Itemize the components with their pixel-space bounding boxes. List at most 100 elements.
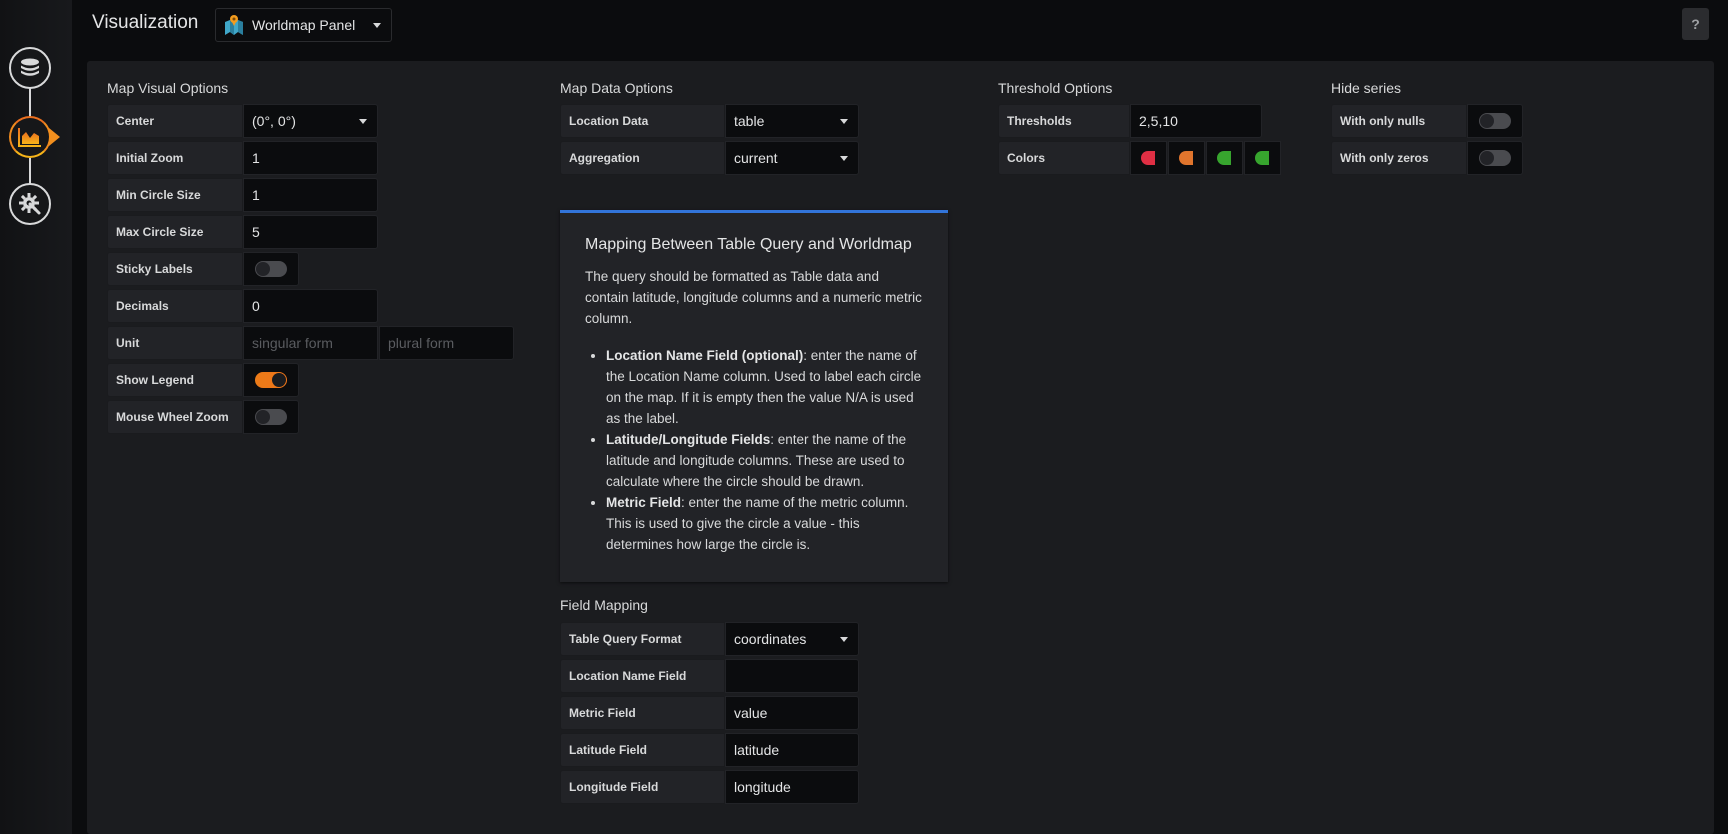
location-data-value: table: [734, 113, 765, 129]
color-swatch[interactable]: [1130, 141, 1167, 175]
active-indicator-arrow: [49, 128, 60, 146]
unit-singular-input[interactable]: [252, 335, 377, 351]
sticky-labels-toggle[interactable]: [255, 261, 287, 277]
color-swatch-dot: [1141, 151, 1155, 165]
sidebar-connector: [29, 158, 31, 184]
decimals-input[interactable]: [252, 298, 377, 314]
page-title: Visualization: [92, 12, 199, 33]
unit-label: Unit: [107, 326, 243, 360]
only-zeros-toggle[interactable]: [1479, 150, 1511, 166]
mapping-help-intro: The query should be formatted as Table d…: [585, 269, 922, 326]
center-row: Center (0°, 0°): [107, 104, 378, 138]
visualization-select[interactable]: Worldmap Panel: [215, 8, 392, 42]
location-data-select[interactable]: table: [725, 104, 859, 138]
only-zeros-row: With only zeros: [1331, 141, 1523, 175]
sidebar-connector: [29, 88, 31, 118]
color-swatch[interactable]: [1244, 141, 1281, 175]
metric-field-row: Metric Field: [560, 696, 859, 730]
list-item: Location Name Field (optional): enter th…: [606, 345, 924, 429]
mapping-help-box: Mapping Between Table Query and Worldmap…: [560, 210, 948, 582]
aggregation-select[interactable]: current: [725, 141, 859, 175]
longitude-field-label: Longitude Field: [560, 770, 725, 804]
unit-plural-input[interactable]: [388, 335, 513, 351]
aggregation-row: Aggregation current: [560, 141, 859, 175]
unit-row: Unit: [107, 326, 514, 360]
color-swatch-dot: [1255, 151, 1269, 165]
sticky-labels-row: Sticky Labels: [107, 252, 299, 286]
decimals-label: Decimals: [107, 289, 243, 323]
thresholds-row: Thresholds: [998, 104, 1262, 138]
only-nulls-row: With only nulls: [1331, 104, 1523, 138]
aggregation-label: Aggregation: [560, 141, 725, 175]
mapping-help-title: Mapping Between Table Query and Worldmap: [585, 236, 912, 253]
section-title-threshold: Threshold Options: [998, 80, 1113, 96]
sidebar-item-visualization[interactable]: [9, 116, 51, 158]
min-circle-label: Min Circle Size: [107, 178, 243, 212]
thresholds-label: Thresholds: [998, 104, 1130, 138]
latitude-field-input[interactable]: [734, 742, 858, 758]
center-select[interactable]: (0°, 0°): [243, 104, 378, 138]
section-title-map-visual: Map Visual Options: [107, 80, 229, 96]
list-item: Latitude/Longitude Fields: enter the nam…: [606, 429, 924, 492]
chart-icon: [18, 128, 41, 147]
sidebar-item-general[interactable]: [9, 183, 51, 225]
sidebar-item-queries[interactable]: [9, 47, 51, 89]
initial-zoom-input[interactable]: [252, 150, 377, 166]
chevron-down-icon: [840, 156, 848, 161]
color-swatch-dot: [1179, 151, 1193, 165]
mouse-wheel-zoom-label: Mouse Wheel Zoom: [107, 400, 243, 434]
list-item: Metric Field: enter the name of the metr…: [606, 492, 924, 555]
only-nulls-label: With only nulls: [1331, 104, 1467, 138]
editor-sidebar: [0, 0, 72, 834]
latitude-field-label: Latitude Field: [560, 733, 725, 767]
initial-zoom-label: Initial Zoom: [107, 141, 243, 175]
table-query-format-row: Table Query Format coordinates: [560, 622, 859, 656]
chevron-down-icon: [840, 637, 848, 642]
colors-label: Colors: [998, 141, 1130, 175]
table-query-format-select[interactable]: coordinates: [725, 622, 859, 656]
min-circle-row: Min Circle Size: [107, 178, 378, 212]
aggregation-value: current: [734, 150, 778, 166]
colors-row: Colors: [998, 141, 1281, 175]
longitude-field-input[interactable]: [734, 779, 858, 795]
chevron-down-icon: [373, 23, 381, 28]
gear-wrench-icon: [19, 193, 41, 215]
list-item-term: Metric Field: [606, 495, 682, 510]
thresholds-input[interactable]: [1139, 113, 1261, 129]
location-name-label: Location Name Field: [560, 659, 725, 693]
chevron-down-icon: [840, 119, 848, 124]
section-title-hide-series: Hide series: [1331, 80, 1402, 96]
table-query-format-value: coordinates: [734, 631, 807, 647]
center-select-value: (0°, 0°): [252, 113, 296, 129]
max-circle-row: Max Circle Size: [107, 215, 378, 249]
visualization-select-value: Worldmap Panel: [252, 17, 356, 33]
only-nulls-toggle[interactable]: [1479, 113, 1511, 129]
worldmap-icon: [225, 15, 243, 35]
location-data-row: Location Data table: [560, 104, 859, 138]
list-item-term: Latitude/Longitude Fields: [606, 432, 771, 447]
initial-zoom-row: Initial Zoom: [107, 141, 378, 175]
metric-field-input[interactable]: [734, 705, 858, 721]
help-button[interactable]: ?: [1682, 8, 1709, 40]
metric-field-label: Metric Field: [560, 696, 725, 730]
list-item-term: Location Name Field (optional): [606, 348, 804, 363]
min-circle-size-input[interactable]: [252, 187, 377, 203]
decimals-row: Decimals: [107, 289, 378, 323]
section-title-field-mapping: Field Mapping: [560, 597, 648, 613]
color-swatch[interactable]: [1206, 141, 1243, 175]
center-label: Center: [107, 104, 243, 138]
color-swatch-dot: [1217, 151, 1231, 165]
location-name-input[interactable]: [734, 668, 858, 684]
sticky-labels-label: Sticky Labels: [107, 252, 243, 286]
chevron-down-icon: [359, 119, 367, 124]
location-name-row: Location Name Field: [560, 659, 859, 693]
database-icon: [21, 58, 39, 76]
color-swatch[interactable]: [1168, 141, 1205, 175]
max-circle-size-input[interactable]: [252, 224, 377, 240]
mouse-wheel-zoom-row: Mouse Wheel Zoom: [107, 400, 299, 434]
section-title-map-data: Map Data Options: [560, 80, 673, 96]
only-zeros-label: With only zeros: [1331, 141, 1467, 175]
mouse-wheel-zoom-toggle[interactable]: [255, 409, 287, 425]
show-legend-toggle[interactable]: [255, 372, 287, 388]
table-query-format-label: Table Query Format: [560, 622, 725, 656]
